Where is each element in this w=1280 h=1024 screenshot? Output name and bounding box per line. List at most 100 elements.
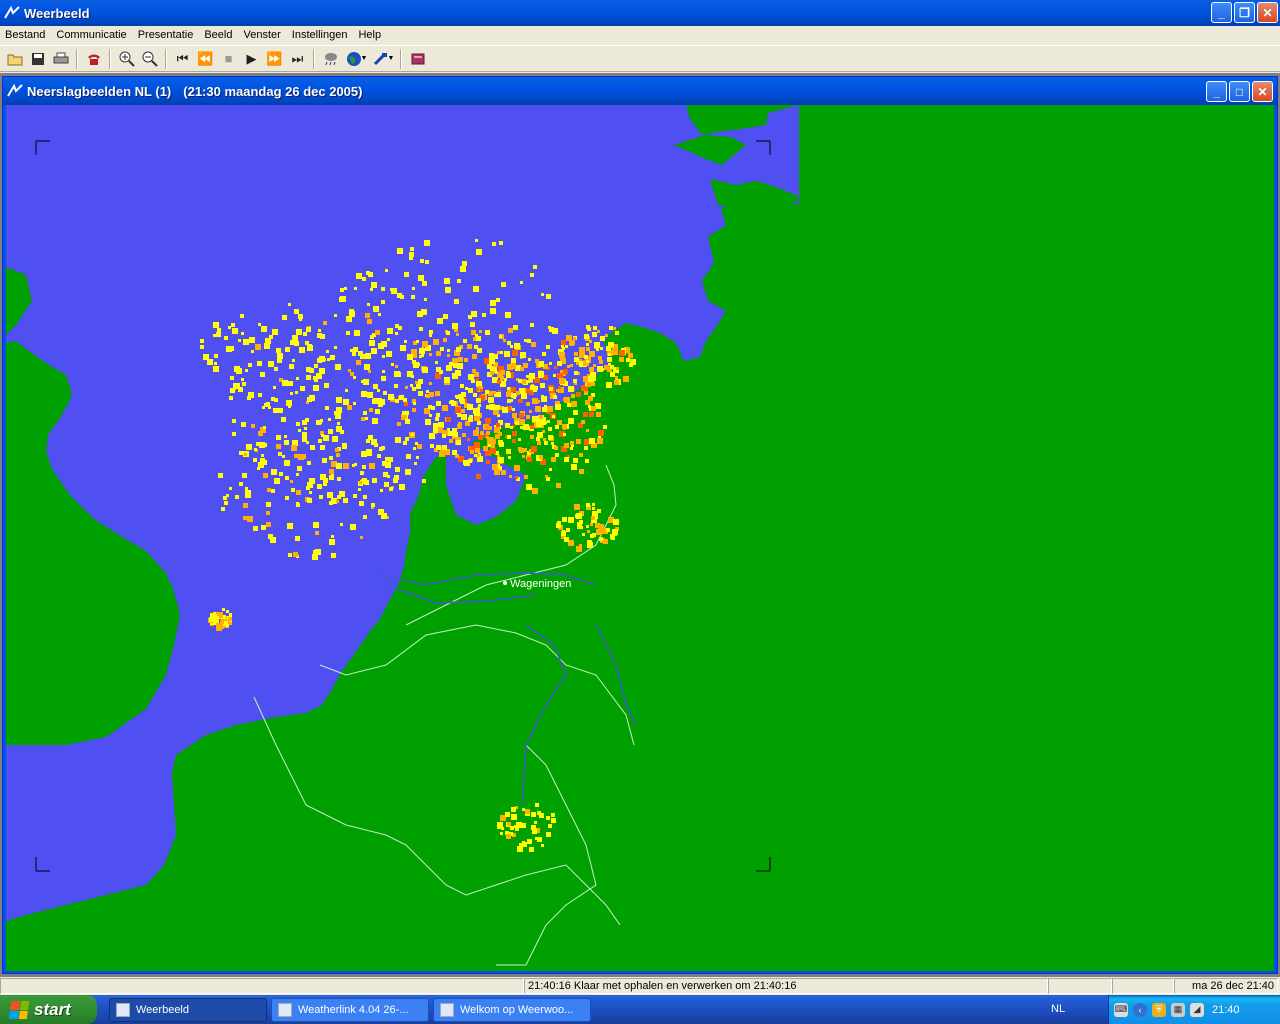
rain-icon[interactable] <box>319 48 342 70</box>
precipitation-cell <box>607 357 612 362</box>
precipitation-cell <box>429 334 432 337</box>
precipitation-cell <box>600 336 605 341</box>
precipitation-cell <box>370 335 374 339</box>
precipitation-cell <box>488 397 494 403</box>
print-icon[interactable] <box>49 48 72 70</box>
precipitation-cell <box>518 399 522 403</box>
precipitation-cell <box>563 433 566 436</box>
menu-help[interactable]: Help <box>353 29 387 41</box>
precipitation-cell <box>564 457 569 462</box>
chevron-down-icon[interactable]: ▼ <box>359 55 369 62</box>
precipitation-cell <box>531 825 536 830</box>
keyboard-icon[interactable]: ⌨ <box>1114 1002 1128 1017</box>
precipitation-cell <box>456 440 461 445</box>
precipitation-cell <box>472 369 476 373</box>
precipitation-cell <box>454 299 459 304</box>
book-icon[interactable] <box>406 48 429 70</box>
precipitation-cell <box>211 614 217 620</box>
close-button[interactable]: ✕ <box>1257 2 1278 23</box>
precipitation-cell <box>365 353 371 359</box>
precipitation-cell <box>506 392 511 397</box>
precipitation-cell <box>554 366 557 369</box>
last-frame-icon[interactable]: ⏭ <box>286 48 309 70</box>
network-icon[interactable]: ▦ <box>1171 1002 1185 1017</box>
chevron-left-icon[interactable]: ‹ <box>1133 1002 1147 1017</box>
precipitation-cell <box>321 434 324 437</box>
precipitation-cell <box>390 288 393 291</box>
minimize-button[interactable]: _ <box>1211 2 1232 23</box>
save-icon[interactable] <box>26 48 49 70</box>
precipitation-cell <box>436 401 441 406</box>
precipitation-cell <box>519 413 524 418</box>
restore-button[interactable]: ❐ <box>1234 2 1255 23</box>
menu-communicatie[interactable]: Communicatie <box>51 29 132 41</box>
open-icon[interactable] <box>3 48 26 70</box>
precipitation-cell <box>529 410 532 413</box>
precipitation-cell <box>241 422 246 427</box>
precipitation-cell <box>490 371 494 375</box>
precipitation-cell <box>317 358 322 363</box>
precipitation-cell <box>573 337 576 340</box>
precipitation-cell <box>214 354 218 358</box>
child-close-button[interactable]: ✕ <box>1252 81 1273 102</box>
menu-beeld[interactable]: Beeld <box>199 29 238 41</box>
taskbar-item-label: Weerbeeld <box>136 1003 189 1016</box>
precipitation-cell <box>523 424 529 430</box>
taskbar-item-browser[interactable]: Welkom op Weerwoo... <box>433 997 591 1022</box>
precipitation-cell <box>528 358 531 361</box>
previous-frame-icon[interactable]: ⏪ <box>194 48 217 70</box>
precipitation-cell <box>371 503 375 507</box>
child-minimize-button[interactable]: _ <box>1206 81 1227 102</box>
toolbar-separator <box>400 48 402 69</box>
volume-icon[interactable]: ◢ <box>1190 1002 1204 1017</box>
stop-icon[interactable]: ■ <box>217 48 240 70</box>
precipitation-cell <box>585 459 589 463</box>
precipitation-cell <box>507 387 510 390</box>
precipitation-cell <box>395 399 399 403</box>
menu-venster[interactable]: Venster <box>238 29 286 41</box>
chevron-down-icon[interactable]: ▼ <box>386 55 396 62</box>
precipitation-cell <box>336 463 342 469</box>
precipitation-cell <box>559 390 562 393</box>
precipitation-cell <box>276 348 281 353</box>
first-frame-icon[interactable]: ⏮ <box>171 48 194 70</box>
child-maximize-button[interactable]: □ <box>1229 81 1250 102</box>
precipitation-cell <box>557 361 562 366</box>
precipitation-cell <box>576 546 582 552</box>
play-icon[interactable]: ▶ <box>240 48 263 70</box>
menu-bestand[interactable]: Bestand <box>0 29 51 41</box>
city-marker <box>503 581 507 585</box>
next-frame-icon[interactable]: ⏩ <box>263 48 286 70</box>
precipitation-cell <box>372 418 378 424</box>
radar-map[interactable]: Wageningen <box>6 105 1274 971</box>
precipitation-cell <box>330 355 335 360</box>
precipitation-cell <box>307 482 313 488</box>
precipitation-cell <box>433 428 438 433</box>
start-button[interactable]: start <box>0 995 97 1024</box>
precipitation-cell <box>535 359 539 363</box>
precipitation-cell <box>343 399 349 405</box>
taskbar-item-weatherlink[interactable]: Weatherlink 4.04 26-... <box>271 997 429 1022</box>
zoom-in-icon[interactable] <box>115 48 138 70</box>
precipitation-cell <box>511 814 517 820</box>
precipitation-cell <box>465 387 468 390</box>
taskbar-item-weerbeeld[interactable]: Weerbeeld <box>109 997 267 1022</box>
precipitation-cell <box>251 350 254 353</box>
precipitation-cell <box>502 407 508 413</box>
precipitation-cell <box>612 347 615 350</box>
precipitation-cell <box>291 488 295 492</box>
language-indicator[interactable]: NL <box>1051 1003 1065 1015</box>
precipitation-cell <box>452 450 457 455</box>
precipitation-cell <box>268 361 274 367</box>
precipitation-cell <box>313 522 319 528</box>
precipitation-cell <box>296 329 302 335</box>
phone-icon[interactable] <box>82 48 105 70</box>
precipitation-cell <box>510 426 513 429</box>
precipitation-cell <box>483 446 488 451</box>
menu-instellingen[interactable]: Instellingen <box>287 29 354 41</box>
zoom-out-icon[interactable] <box>138 48 161 70</box>
menu-presentatie[interactable]: Presentatie <box>133 29 200 41</box>
precipitation-cell <box>593 364 596 367</box>
shield-icon[interactable]: ⛨ <box>1152 1002 1166 1017</box>
precipitation-cell <box>312 554 318 560</box>
